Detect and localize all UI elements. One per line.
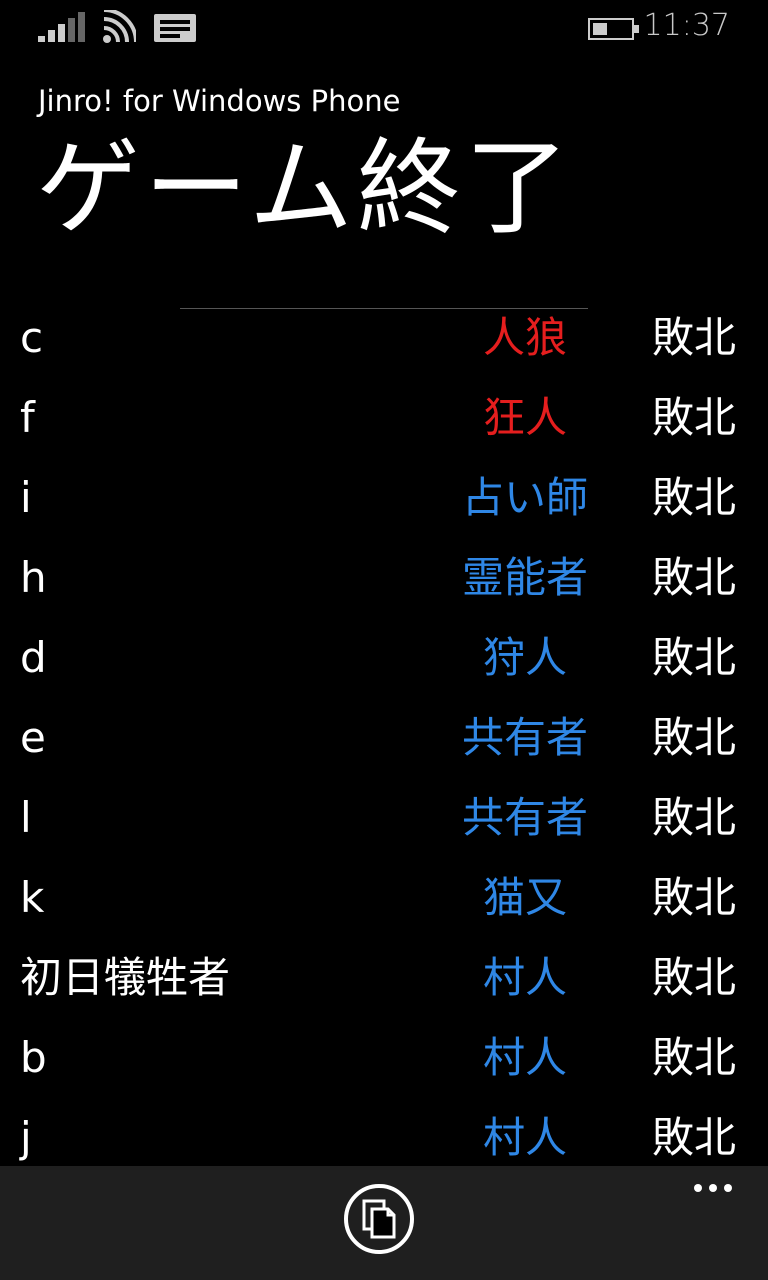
role-name: 村人: [482, 1033, 567, 1082]
outcome: 敗北: [652, 1113, 737, 1162]
status-time: 11:37: [643, 8, 730, 43]
copy-icon: [362, 1199, 396, 1239]
message-icon: [154, 14, 196, 48]
page-title: ゲーム終了: [36, 127, 573, 249]
role-name: 霊能者: [461, 553, 588, 602]
outcome: 敗北: [652, 633, 737, 682]
result-row: l 共有者 敗北: [0, 778, 768, 858]
result-row: c 人狼 敗北: [0, 298, 768, 378]
player-name: h: [20, 553, 47, 602]
player-name: k: [20, 873, 45, 922]
player-name: d: [20, 633, 47, 682]
result-row: j 村人 敗北: [0, 1098, 768, 1166]
signal-icon: [38, 12, 86, 46]
outcome: 敗北: [652, 553, 737, 602]
role-name: 共有者: [461, 793, 588, 842]
more-button[interactable]: [694, 1178, 732, 1198]
role-name: 共有者: [461, 713, 588, 762]
role-name: 村人: [482, 953, 567, 1002]
role-name: 狩人: [482, 633, 567, 682]
outcome: 敗北: [652, 1033, 737, 1082]
result-row: e 共有者 敗北: [0, 698, 768, 778]
outcome: 敗北: [652, 713, 737, 762]
role-name: 狂人: [482, 393, 567, 442]
result-row: b 村人 敗北: [0, 1018, 768, 1098]
result-row: h 霊能者 敗北: [0, 538, 768, 618]
role-name: 村人: [482, 1113, 567, 1162]
outcome: 敗北: [652, 793, 737, 842]
result-row: k 猫又 敗北: [0, 858, 768, 938]
player-name: 初日犠牲者: [20, 953, 231, 1002]
screen: 11:37 Jinro! for Windows Phone ゲーム終了 c 人狼…: [0, 0, 768, 1280]
app-title: Jinro! for Windows Phone: [38, 84, 401, 118]
outcome: 敗北: [652, 313, 737, 362]
result-row: d 狩人 敗北: [0, 618, 768, 698]
ellipsis-dot: [694, 1184, 702, 1192]
role-name: 占い師: [461, 473, 588, 522]
role-name: 猫又: [482, 873, 567, 922]
copy-button[interactable]: [344, 1184, 414, 1254]
player-name: e: [20, 713, 46, 762]
role-name: 人狼: [482, 313, 567, 362]
outcome: 敗北: [652, 393, 737, 442]
outcome: 敗北: [652, 473, 737, 522]
battery-icon: [588, 18, 640, 44]
player-name: f: [20, 393, 35, 442]
player-name: j: [20, 1113, 32, 1162]
outcome: 敗北: [652, 953, 737, 1002]
wifi-icon: [102, 8, 138, 48]
ellipsis-dot: [724, 1184, 732, 1192]
player-name: c: [20, 313, 44, 362]
status-bar: 11:37: [0, 0, 768, 56]
outcome: 敗北: [652, 873, 737, 922]
result-row: f 狂人 敗北: [0, 378, 768, 458]
ellipsis-dot: [709, 1184, 717, 1192]
player-name: l: [20, 793, 32, 842]
player-name: i: [20, 473, 32, 522]
result-row: i 占い師 敗北: [0, 458, 768, 538]
result-list[interactable]: c 人狼 敗北 f 狂人 敗北 i 占い師 敗北 h 霊能者 敗北 d 狩人 敗北 e 共有者 敗北 l 共有者 敗北 k…: [0, 290, 768, 1166]
app-bar: [0, 1166, 768, 1280]
player-name: b: [20, 1033, 47, 1082]
result-row: 初日犠牲者 村人 敗北: [0, 938, 768, 1018]
